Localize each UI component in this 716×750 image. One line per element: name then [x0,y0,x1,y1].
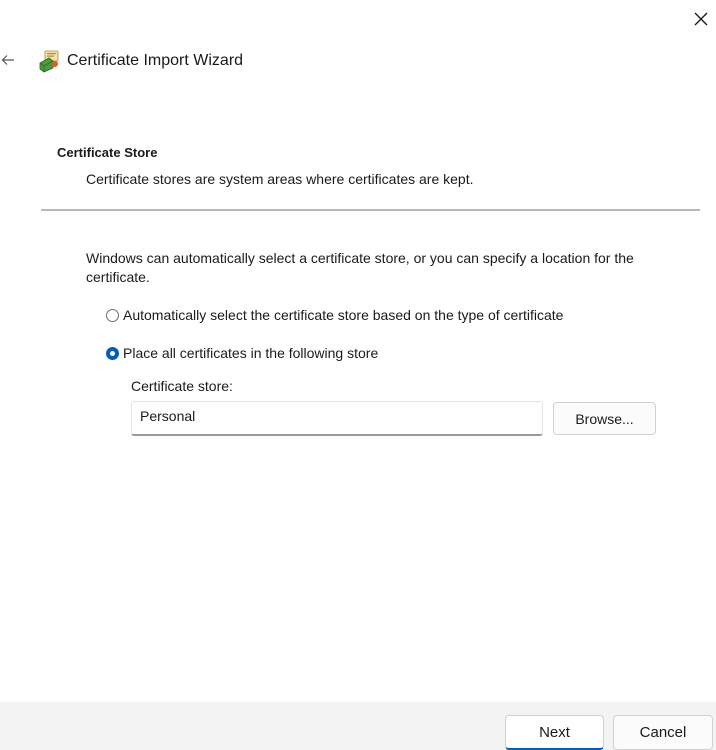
back-arrow-icon [1,55,14,65]
back-button[interactable] [0,51,16,69]
browse-button[interactable]: Browse... [553,402,656,435]
wizard-footer [0,702,716,750]
section-description: Certificate stores are system areas wher… [86,171,474,187]
place-in-store-option[interactable]: Place all certificates in the following … [106,345,378,361]
certificate-import-wizard-window: Certificate Import Wizard Certificate St… [0,0,716,750]
auto-select-label: Automatically select the certificate sto… [123,307,564,323]
place-in-store-label: Place all certificates in the following … [123,345,379,361]
close-button[interactable] [688,6,714,32]
header-divider [41,209,700,211]
close-icon [694,12,708,26]
auto-select-radio[interactable] [106,308,119,322]
auto-select-store-option[interactable]: Automatically select the certificate sto… [106,307,563,323]
cancel-button[interactable]: Cancel [613,715,713,750]
certificate-store-label: Certificate store: [131,378,233,394]
certificate-store-field[interactable]: Personal [131,401,543,436]
certificate-wizard-icon [39,50,59,73]
place-in-store-radio[interactable] [106,346,119,360]
next-button[interactable]: Next [505,715,604,750]
intro-text: Windows can automatically select a certi… [86,250,634,285]
wizard-title: Certificate Import Wizard [67,52,244,69]
section-heading: Certificate Store [57,145,158,160]
